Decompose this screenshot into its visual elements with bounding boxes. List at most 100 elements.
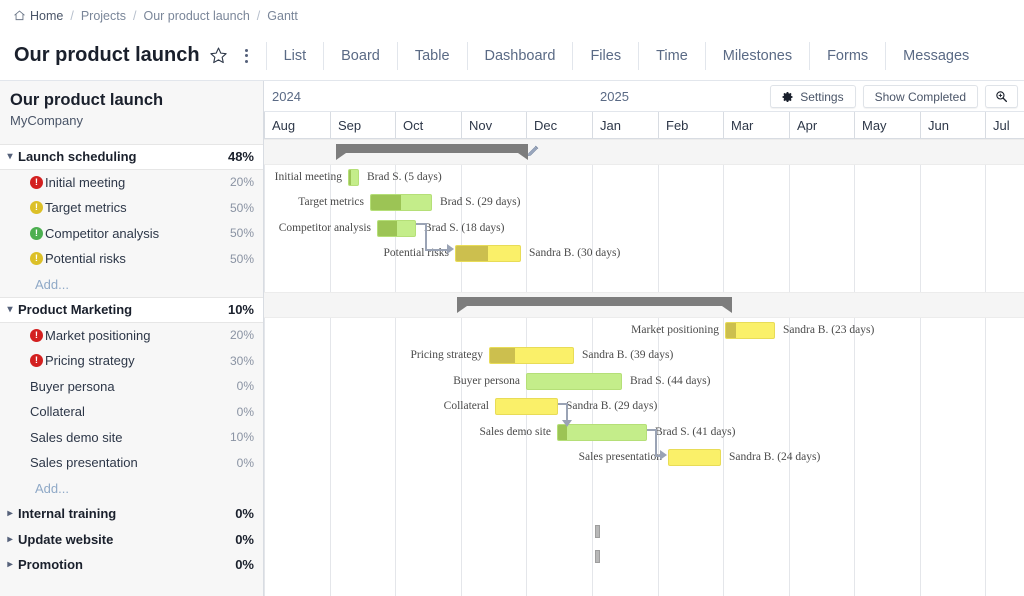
priority-low-icon: ! [30,226,43,240]
add-task-row[interactable]: Add... [0,476,263,502]
gantt-grid: Initial meeting Brad S. (5 days) Target me… [264,139,1024,596]
gantt-task-bar[interactable] [455,245,521,262]
tab-list[interactable]: List [265,41,324,70]
task-progress: 50% [229,226,254,241]
summary-bar-cap-right [722,306,732,313]
task-progress-fill [378,220,397,236]
dependency-arrow-icon [660,450,667,460]
chevron-right-icon[interactable]: ▸ [2,559,18,570]
add-task-row[interactable]: Add... [0,272,263,298]
priority-high-icon: ! [30,354,43,368]
gantt-task-bar[interactable] [370,194,432,211]
settings-button[interactable]: Settings [770,85,856,108]
task-row[interactable]: Sales demo site 10% [0,425,263,451]
priority-high-icon: ! [30,328,43,342]
settings-label: Settings [800,89,844,104]
page-title: Our product launch [14,44,200,66]
bar-assignee-label: Brad S. (29 days) [440,196,521,208]
dependency-link [566,403,568,420]
sidebar-header: Our product launch MyCompany [0,81,263,144]
group-row[interactable]: ▸ Promotion 0% [0,552,263,578]
task-row[interactable]: ! Initial meeting 20% [0,170,263,196]
group-row[interactable]: ▾ Launch scheduling 48% [0,144,263,170]
task-row[interactable]: Buyer persona 0% [0,374,263,400]
breadcrumb-gantt[interactable]: Gantt [267,9,298,23]
tab-board[interactable]: Board [323,41,397,70]
bar-assignee-label: Sandra B. (29 days) [566,400,658,412]
breadcrumb-home-label: Home [30,8,64,23]
chevron-right-icon[interactable]: ▸ [2,508,18,519]
breadcrumb-project[interactable]: Our product launch [143,9,249,23]
gantt-toolbar: Settings Show Completed [770,85,1018,108]
task-progress-fill [726,322,736,338]
task-label: Target metrics [45,200,127,216]
breadcrumb-projects[interactable]: Projects [81,9,126,23]
task-label: Market positioning [45,327,151,343]
month-column-header: Jul [985,112,1024,139]
group-row[interactable]: ▸ Update website 0% [0,526,263,552]
gantt-task-bar[interactable] [348,168,359,186]
group-row[interactable]: ▸ Internal training 0% [0,501,263,527]
tab-milestones[interactable]: Milestones [704,41,809,70]
collapsed-group-bar-stub[interactable] [595,525,600,538]
summary-bar[interactable] [336,144,528,153]
task-row[interactable]: ! Pricing strategy 30% [0,348,263,374]
title-bar: Our product launch List Board Table Dash… [0,31,1024,81]
gantt-task-bar[interactable] [668,449,721,466]
tab-dashboard[interactable]: Dashboard [466,41,573,70]
breadcrumb-home[interactable]: Home [14,9,63,23]
kebab-menu-icon[interactable] [240,46,254,66]
task-row[interactable]: ! Competitor analysis 50% [0,221,263,247]
star-icon[interactable] [209,46,228,65]
add-task-label[interactable]: Add... [35,481,254,496]
chevron-down-icon[interactable]: ▾ [2,304,18,315]
month-column-header: Jun [920,112,985,139]
task-row[interactable]: ! Target metrics 50% [0,195,263,221]
gantt-task-bar[interactable] [489,347,574,364]
task-row[interactable]: ! Market positioning 20% [0,323,263,349]
task-label: Sales presentation [30,455,138,471]
tab-table[interactable]: Table [396,41,467,70]
task-sidebar: Our product launch MyCompany ▾ Launch sch… [0,81,264,596]
bar-name-label: Potential risks [383,247,450,259]
tab-messages[interactable]: Messages [885,41,986,70]
bar-name-label: Market positioning [631,323,719,336]
task-row[interactable]: Sales presentation 0% [0,450,263,476]
show-completed-button[interactable]: Show Completed [862,85,978,108]
bar-name-label: Sales demo site [479,425,551,438]
task-row[interactable]: ! Potential risks 50% [0,246,263,272]
bar-name-label: Buyer persona [453,374,520,387]
dependency-link [655,429,657,455]
group-row[interactable]: ▾ Product Marketing 10% [0,297,263,323]
grid-line [920,139,921,596]
pencil-icon[interactable] [527,144,540,157]
month-column-header: Nov [461,112,526,139]
group-progress: 0% [235,557,254,573]
tab-forms[interactable]: Forms [809,41,885,70]
summary-bar[interactable] [457,297,732,306]
gantt-task-bar[interactable] [377,219,416,237]
grid-line [723,139,724,596]
add-task-label[interactable]: Add... [35,277,254,292]
zoom-in-button[interactable] [985,85,1018,108]
task-row[interactable]: Collateral 0% [0,399,263,425]
gantt-task-bar[interactable] [495,398,558,415]
show-completed-label: Show Completed [874,89,966,104]
tab-files[interactable]: Files [572,41,638,70]
task-progress: 50% [229,251,254,266]
collapsed-group-bar-stub[interactable] [595,550,600,563]
tab-time[interactable]: Time [638,41,705,70]
year-label: 2024 [272,89,301,104]
group-label: Product Marketing [18,302,133,318]
bar-assignee-label: Brad S. (5 days) [367,170,442,183]
chevron-down-icon[interactable]: ▾ [2,151,18,162]
chevron-right-icon[interactable]: ▸ [2,534,18,545]
dependency-link [425,223,427,249]
gantt-task-bar[interactable] [526,372,622,390]
priority-med-icon: ! [30,201,43,215]
view-tabs: List Board Table Dashboard Files Time Mi… [265,31,987,80]
gantt-task-bar[interactable] [725,321,775,339]
task-tree: ▾ Launch scheduling 48%! Initial meeting 20%… [0,144,263,578]
bar-assignee-label: Brad S. (44 days) [630,374,711,387]
bar-assignee-label: Sandra B. (39 days) [582,349,674,361]
